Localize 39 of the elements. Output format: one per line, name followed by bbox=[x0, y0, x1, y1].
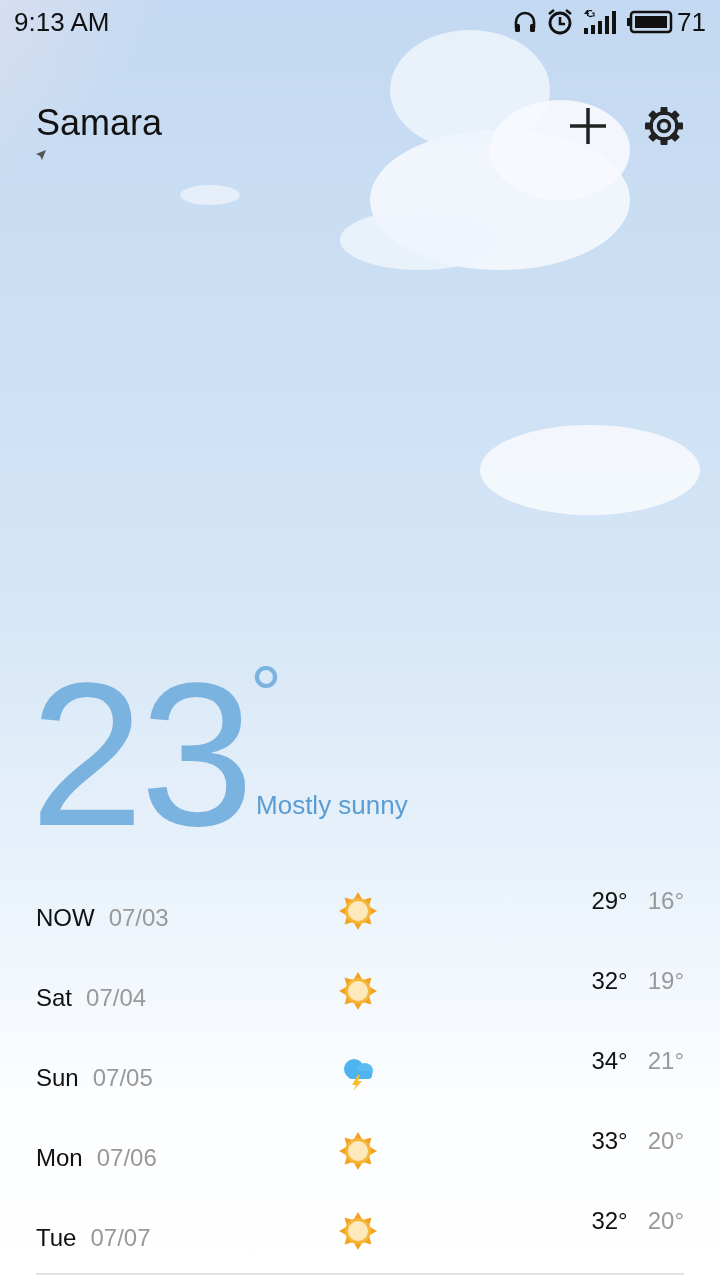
status-time: 9:13 AM bbox=[14, 6, 111, 38]
forecast-date: 07/04 bbox=[86, 984, 147, 1012]
sun-icon bbox=[338, 1131, 378, 1171]
low-temperature: 19° bbox=[647, 967, 684, 995]
forecast-day: Sun bbox=[36, 1064, 79, 1092]
city-name[interactable]: Samara bbox=[36, 102, 532, 144]
headphones-icon bbox=[513, 10, 538, 34]
battery-icon bbox=[627, 10, 674, 34]
battery-level: 71 bbox=[677, 6, 706, 38]
sun-icon bbox=[338, 971, 378, 1011]
sun-icon bbox=[338, 891, 378, 931]
high-temperature: 33° bbox=[591, 1127, 628, 1155]
forecast-day: NOW bbox=[36, 904, 95, 932]
forecast-date: 07/07 bbox=[90, 1224, 151, 1252]
forecast-day: Sat bbox=[36, 984, 73, 1012]
high-temperature: 34° bbox=[591, 1047, 628, 1075]
forecast-date: 07/06 bbox=[96, 1144, 157, 1172]
low-temperature: 16° bbox=[647, 887, 684, 915]
alarm-icon bbox=[547, 9, 574, 35]
settings-button[interactable] bbox=[644, 106, 684, 146]
high-temperature: 32° bbox=[591, 967, 628, 995]
high-temperature: 32° bbox=[591, 1207, 628, 1235]
weather-condition: Mostly sunny bbox=[256, 790, 408, 821]
forecast-date: 07/03 bbox=[108, 904, 169, 932]
low-temperature: 20° bbox=[647, 1127, 684, 1155]
add-city-button[interactable] bbox=[568, 106, 608, 146]
degree-sign: ° bbox=[250, 665, 283, 725]
low-temperature: 21° bbox=[647, 1047, 684, 1075]
location-arrow-icon bbox=[36, 150, 46, 160]
low-temperature: 20° bbox=[647, 1207, 684, 1235]
forecast-date: 07/05 bbox=[92, 1064, 153, 1092]
plus-icon bbox=[568, 106, 608, 146]
settings-icon bbox=[644, 106, 684, 146]
forecast-day: Tue bbox=[36, 1224, 77, 1252]
current-temperature: 23 bbox=[30, 669, 251, 839]
forecast-day: Mon bbox=[36, 1144, 83, 1172]
sun-icon bbox=[338, 1211, 378, 1251]
signal-icon bbox=[583, 10, 618, 34]
high-temperature: 29° bbox=[591, 887, 628, 915]
